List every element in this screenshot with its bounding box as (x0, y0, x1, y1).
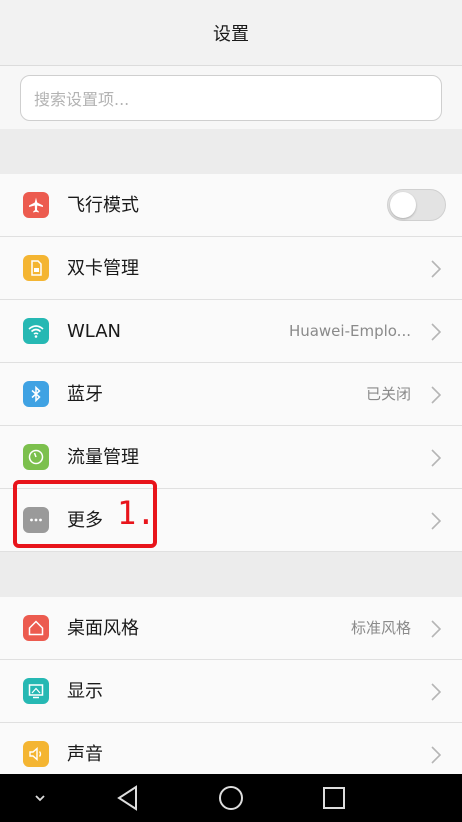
system-navigation-bar (0, 774, 462, 822)
sound-icon (23, 741, 49, 767)
home-circle-icon[interactable] (213, 774, 249, 822)
settings-row-home-screen-style[interactable]: 桌面风格 标准风格 (0, 597, 462, 660)
settings-row-label: 蓝牙 (67, 384, 103, 405)
annotation-step-number: 1. (117, 494, 156, 532)
sim-card-icon (23, 255, 49, 281)
settings-row-wlan[interactable]: WLAN Huawei-Emplo... (0, 300, 462, 363)
title-bar: 设置 (0, 0, 462, 66)
chevron-right-icon (431, 746, 442, 764)
airplane-icon (23, 192, 49, 218)
search-placeholder: 搜索设置项... (34, 90, 130, 109)
search-input[interactable]: 搜索设置项... (20, 75, 442, 121)
chevron-right-icon (431, 260, 442, 278)
collapse-icon[interactable] (24, 774, 56, 822)
back-icon[interactable] (110, 774, 146, 822)
bluetooth-status: 已关闭 (365, 385, 411, 403)
settings-row-label: 显示 (67, 681, 103, 702)
home-icon (23, 615, 49, 641)
settings-row-label: WLAN (67, 321, 122, 342)
page-title: 设置 (213, 23, 249, 45)
chevron-right-icon (431, 512, 442, 530)
settings-row-display[interactable]: 显示 (0, 660, 462, 723)
chevron-right-icon (431, 386, 442, 404)
chevron-right-icon (431, 449, 442, 467)
recents-icon[interactable] (316, 774, 352, 822)
toggle-knob (390, 192, 416, 218)
section-divider (0, 129, 462, 174)
chevron-right-icon (431, 620, 442, 638)
wlan-network-name: Huawei-Emplo... (288, 322, 411, 340)
search-area: 搜索设置项... (0, 66, 462, 129)
settings-row-label: 飞行模式 (67, 195, 139, 216)
home-style-value: 标准风格 (350, 619, 411, 637)
bluetooth-icon (23, 381, 49, 407)
display-icon (23, 678, 49, 704)
wifi-icon (23, 318, 49, 344)
settings-row-airplane-mode[interactable]: 飞行模式 (0, 174, 462, 237)
settings-row-label: 桌面风格 (67, 618, 139, 639)
chevron-right-icon (431, 683, 442, 701)
settings-row-label: 双卡管理 (67, 258, 139, 279)
chevron-right-icon (431, 323, 442, 341)
section-divider (0, 552, 462, 597)
airplane-mode-toggle[interactable] (387, 189, 446, 221)
data-usage-icon (23, 444, 49, 470)
settings-row-bluetooth[interactable]: 蓝牙 已关闭 (0, 363, 462, 426)
settings-row-dual-sim[interactable]: 双卡管理 (0, 237, 462, 300)
